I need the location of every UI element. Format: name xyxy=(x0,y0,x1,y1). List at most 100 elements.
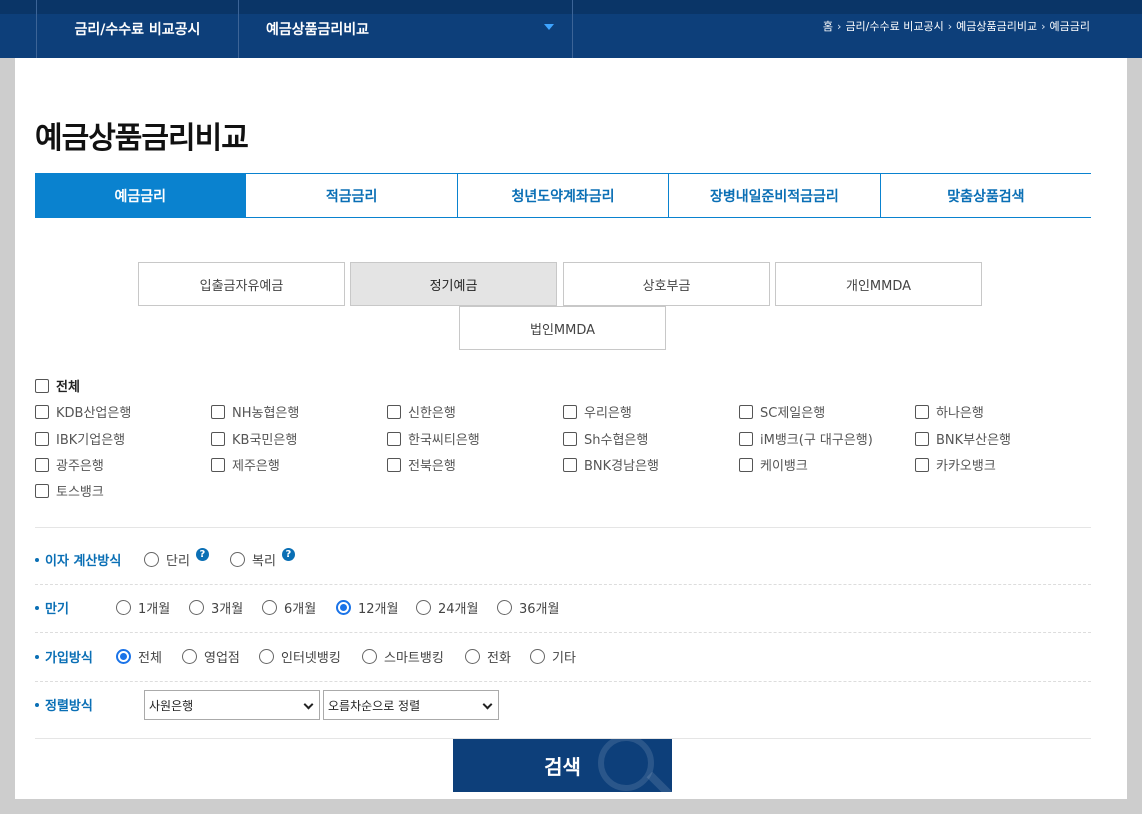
bank-checkbox[interactable]: 우리은행 xyxy=(563,402,632,421)
radio-icon[interactable] xyxy=(362,649,377,664)
bank-checkbox[interactable]: iM뱅크(구 대구은행) xyxy=(739,429,873,448)
bank-checkbox[interactable]: 토스뱅크 xyxy=(35,481,104,500)
tab-custom-search[interactable]: 맞춤상품검색 xyxy=(881,174,1091,217)
tab-deposit-rate[interactable]: 예금금리 xyxy=(35,174,247,217)
radio-icon[interactable] xyxy=(116,600,131,615)
checkbox-icon[interactable] xyxy=(915,404,929,419)
bank-checkbox[interactable]: SC제일은행 xyxy=(739,402,825,421)
breadcrumb-item[interactable]: 금리/수수료 비교공시 xyxy=(845,18,943,34)
nav-sub-menu-dropdown[interactable]: 예금상품금리비교 xyxy=(239,0,573,58)
checkbox-label: Sh수협은행 xyxy=(584,433,649,448)
radio-term-36m[interactable]: 36개월 xyxy=(497,598,559,617)
checkbox-icon[interactable] xyxy=(387,457,401,472)
magnifier-handle xyxy=(646,771,672,792)
radio-icon[interactable] xyxy=(262,600,277,615)
row-label-text: 정렬방식 xyxy=(45,699,93,714)
search-button[interactable]: 검색 xyxy=(453,739,672,792)
radio-term-12m[interactable]: 12개월 xyxy=(336,598,398,617)
magnifier-icon xyxy=(598,739,654,791)
bullet-icon xyxy=(35,605,39,610)
radio-term-1m[interactable]: 1개월 xyxy=(116,598,170,617)
checkbox-icon[interactable] xyxy=(35,431,49,446)
radio-join-internet[interactable]: 인터넷뱅킹 xyxy=(259,647,341,666)
checkbox-icon[interactable] xyxy=(739,457,753,472)
tab-savings-rate[interactable]: 적금금리 xyxy=(246,174,458,217)
bank-checkbox[interactable]: 신한은행 xyxy=(387,402,456,421)
bank-checkbox[interactable]: BNK부산은행 xyxy=(915,429,1011,448)
bank-checkbox[interactable]: KB국민은행 xyxy=(211,429,297,448)
select-value: 오름차순으로 정렬 xyxy=(328,698,421,713)
bank-checkbox[interactable]: Sh수협은행 xyxy=(563,429,648,448)
sort-order-select[interactable]: 오름차순으로 정렬 xyxy=(323,690,499,720)
page-title: 예금상품금리비교 xyxy=(35,121,249,156)
subtab-time-deposit[interactable]: 정기예금 xyxy=(350,262,557,306)
bank-checkbox[interactable]: BNK경남은행 xyxy=(563,455,659,474)
radio-icon[interactable] xyxy=(182,649,197,664)
bank-checkbox[interactable]: KDB산업은행 xyxy=(35,402,131,421)
radio-join-other[interactable]: 기타 xyxy=(530,647,576,666)
checkbox-icon[interactable] xyxy=(35,404,49,419)
checkbox-icon[interactable] xyxy=(563,404,577,419)
checkbox-icon[interactable] xyxy=(35,378,49,393)
bank-checkbox[interactable]: IBK기업은행 xyxy=(35,429,125,448)
bank-checkbox[interactable]: 케이뱅크 xyxy=(739,455,808,474)
sort-bank-select[interactable]: 사원은행 xyxy=(144,690,320,720)
radio-term-3m[interactable]: 3개월 xyxy=(189,598,243,617)
checkbox-icon[interactable] xyxy=(563,431,577,446)
radio-join-smart[interactable]: 스마트뱅킹 xyxy=(362,647,444,666)
chevron-down-icon xyxy=(303,699,314,710)
tab-youth-account-rate[interactable]: 청년도약계좌금리 xyxy=(458,174,670,217)
subtab-installment[interactable]: 상호부금 xyxy=(563,262,770,306)
bank-checkbox[interactable]: 하나은행 xyxy=(915,402,984,421)
radio-icon[interactable] xyxy=(336,600,351,615)
checkbox-icon[interactable] xyxy=(211,431,225,446)
radio-simple-interest[interactable]: 단리 ? xyxy=(144,548,209,569)
tab-soldier-savings-rate[interactable]: 장병내일준비적금금리 xyxy=(669,174,881,217)
radio-icon[interactable] xyxy=(416,600,431,615)
checkbox-icon[interactable] xyxy=(915,431,929,446)
radio-compound-interest[interactable]: 복리 ? xyxy=(230,548,295,569)
checkbox-icon[interactable] xyxy=(211,404,225,419)
nav-main-menu[interactable]: 금리/수수료 비교공시 xyxy=(36,0,239,58)
help-icon[interactable]: ? xyxy=(281,548,295,561)
interest-calc-label: 이자 계산방식 xyxy=(35,550,121,569)
radio-join-branch[interactable]: 영업점 xyxy=(182,647,240,666)
breadcrumb-home[interactable]: 홈 xyxy=(823,18,833,34)
bank-checkbox[interactable]: 제주은행 xyxy=(211,455,280,474)
checkbox-icon[interactable] xyxy=(35,457,49,472)
checkbox-icon[interactable] xyxy=(915,457,929,472)
radio-label: 단리 xyxy=(166,554,190,569)
radio-icon[interactable] xyxy=(189,600,204,615)
radio-join-phone[interactable]: 전화 xyxy=(465,647,511,666)
checkbox-icon[interactable] xyxy=(739,404,753,419)
radio-term-24m[interactable]: 24개월 xyxy=(416,598,478,617)
radio-icon[interactable] xyxy=(259,649,274,664)
checkbox-label: IBK기업은행 xyxy=(56,433,126,448)
checkbox-icon[interactable] xyxy=(387,404,401,419)
checkbox-label: 카카오뱅크 xyxy=(936,459,996,474)
subtab-demand-deposit[interactable]: 입출금자유예금 xyxy=(138,262,345,306)
checkbox-icon[interactable] xyxy=(211,457,225,472)
radio-term-6m[interactable]: 6개월 xyxy=(262,598,316,617)
bank-checkbox[interactable]: 카카오뱅크 xyxy=(915,455,996,474)
bank-checkbox[interactable]: 광주은행 xyxy=(35,455,104,474)
radio-icon[interactable] xyxy=(116,649,131,664)
bank-checkbox[interactable]: 한국씨티은행 xyxy=(387,429,480,448)
radio-icon[interactable] xyxy=(465,649,480,664)
radio-icon[interactable] xyxy=(530,649,545,664)
radio-join-all[interactable]: 전체 xyxy=(116,647,162,666)
subtab-corporate-mmda[interactable]: 법인MMDA xyxy=(459,306,666,350)
radio-icon[interactable] xyxy=(144,552,159,567)
radio-icon[interactable] xyxy=(497,600,512,615)
bank-checkbox-all[interactable]: 전체 xyxy=(35,376,80,395)
subtab-personal-mmda[interactable]: 개인MMDA xyxy=(775,262,982,306)
checkbox-icon[interactable] xyxy=(739,431,753,446)
breadcrumb-item[interactable]: 예금상품금리비교 xyxy=(956,18,1037,34)
checkbox-icon[interactable] xyxy=(387,431,401,446)
radio-icon[interactable] xyxy=(230,552,245,567)
help-icon[interactable]: ? xyxy=(195,548,209,561)
bank-checkbox[interactable]: 전북은행 xyxy=(387,455,456,474)
checkbox-icon[interactable] xyxy=(563,457,577,472)
bank-checkbox[interactable]: NH농협은행 xyxy=(211,402,299,421)
checkbox-icon[interactable] xyxy=(35,483,49,498)
